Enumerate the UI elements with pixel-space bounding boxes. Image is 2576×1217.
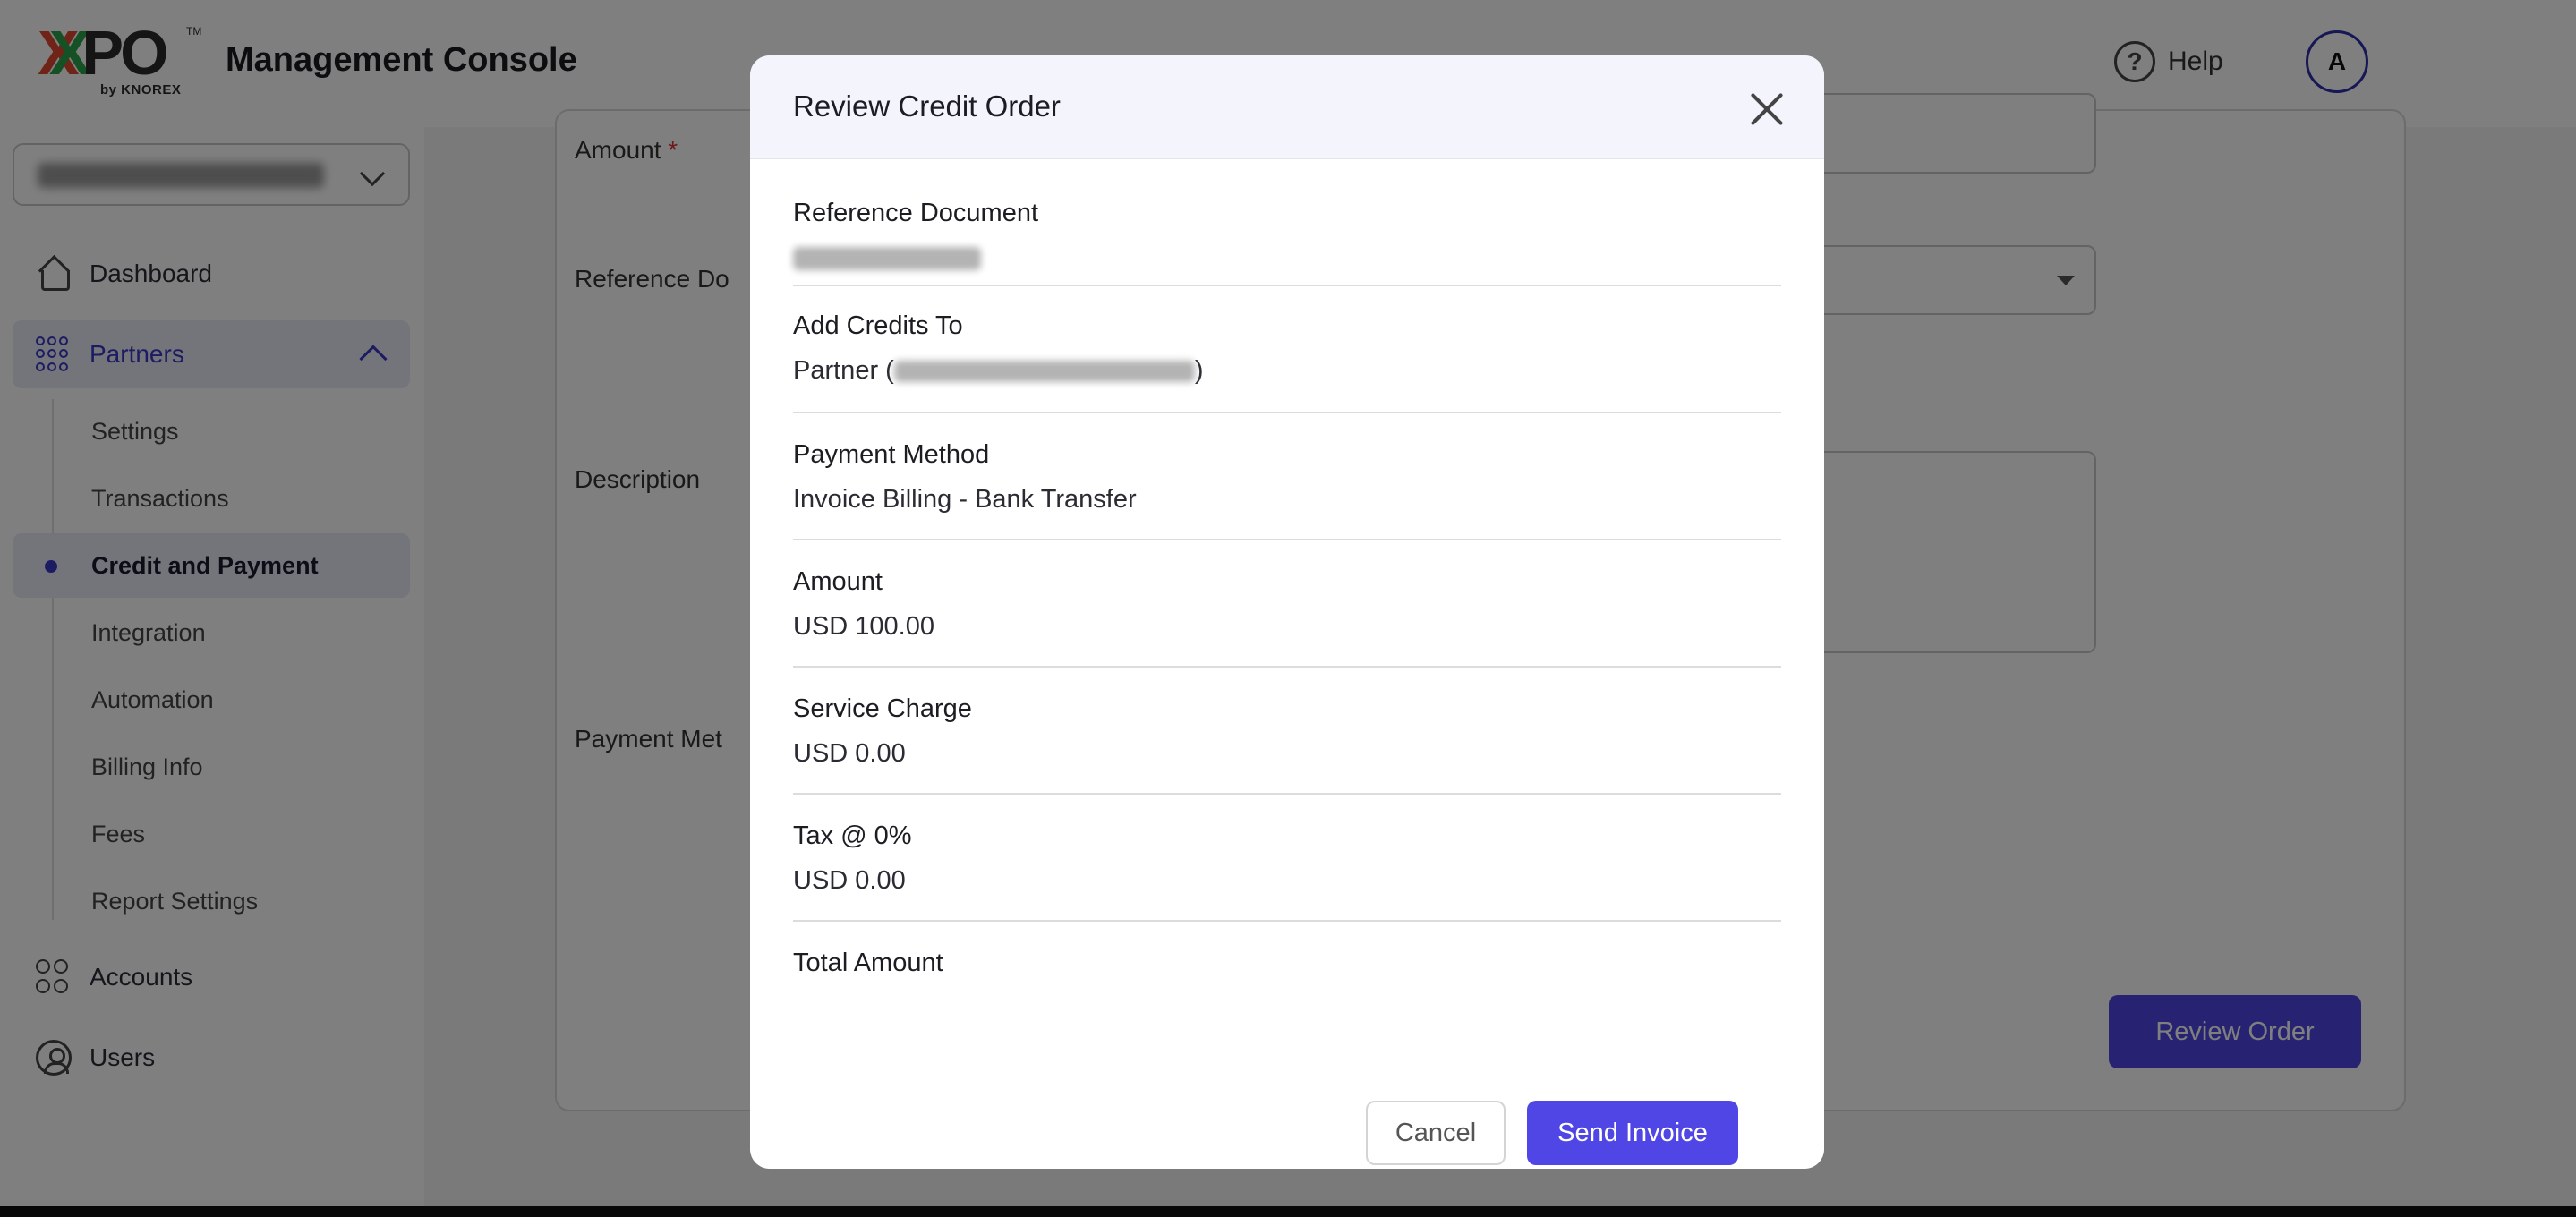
row-label: Add Credits To [793,311,963,340]
row-value: USD 0.00 [793,739,906,768]
review-credit-order-dialog: Review Credit Order Reference Document A… [750,55,1824,1169]
review-row-add-credits-to: Add Credits To Partner () [793,286,1781,413]
row-label: Service Charge [793,694,972,723]
review-row-payment-method: Payment Method Invoice Billing - Bank Tr… [793,413,1781,540]
row-label: Total Amount [793,949,943,977]
row-label: Tax @ 0% [793,821,912,850]
row-value: USD 100.00 [793,612,934,641]
row-value: Invoice Billing - Bank Transfer [793,485,1137,514]
review-row-service-charge: Service Charge USD 0.00 [793,668,1781,795]
reference-document-value-redacted [793,247,981,270]
review-row-tax: Tax @ 0% USD 0.00 [793,795,1781,922]
review-row-reference-document: Reference Document [793,159,1781,286]
partner-name-redacted [893,361,1195,383]
send-invoice-button[interactable]: Send Invoice [1527,1101,1738,1165]
dialog-header: Review Credit Order [750,55,1824,159]
row-label: Amount [793,567,883,596]
cancel-button[interactable]: Cancel [1366,1101,1506,1165]
row-label: Reference Document [793,199,1039,227]
row-label: Payment Method [793,440,990,469]
close-icon[interactable] [1747,89,1787,129]
dialog-footer: Cancel Send Invoice [750,1040,1824,1169]
review-row-amount: Amount USD 100.00 [793,540,1781,668]
row-value: USD 0.00 [793,866,906,895]
review-row-total-amount: Total Amount [793,922,1781,1049]
dialog-title: Review Credit Order [793,89,1061,123]
row-value: Partner () [793,356,1204,385]
